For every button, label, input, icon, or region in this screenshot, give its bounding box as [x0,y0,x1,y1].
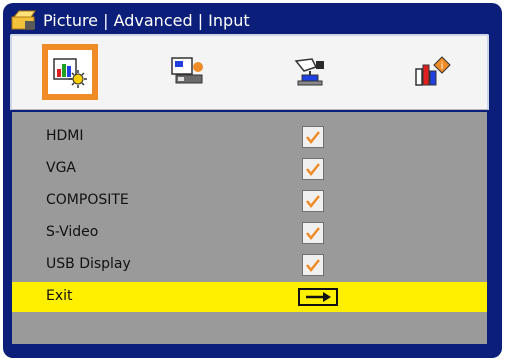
tab-picture[interactable] [42,44,98,100]
display-icon [171,57,203,84]
breadcrumb-title: Picture | Advanced | Input [43,10,250,30]
info-icon: i [415,56,451,86]
tab-info[interactable]: i [404,44,460,100]
composite-checkbox[interactable] [302,190,324,212]
checkmark-icon [306,195,320,209]
usb-display-checkbox[interactable] [302,254,324,276]
checkmark-icon [306,163,320,177]
tab-setup[interactable] [282,44,338,100]
tab-display[interactable] [160,44,216,100]
list-item-hdmi[interactable]: HDMI [12,122,487,152]
setup-hand-icon [294,58,324,86]
item-label: S-Video [46,224,99,240]
vga-checkbox[interactable] [302,158,324,180]
list-item-exit[interactable]: Exit [12,282,487,312]
list-item-composite[interactable]: COMPOSITE [12,186,487,216]
checkmark-icon [306,259,320,273]
exit-label: Exit [46,288,73,304]
exit-button[interactable] [298,288,338,306]
item-label: COMPOSITE [46,192,129,208]
checkmark-icon [306,227,320,241]
input-list: HDMI VGA COMPOSITE S-Video USB Display E… [12,112,487,344]
list-item-s-video[interactable]: S-Video [12,218,487,248]
tab-bar: i [10,34,489,110]
item-label: VGA [46,160,77,176]
checkmark-icon [306,131,320,145]
title-bar: Picture | Advanced | Input [11,5,250,35]
list-item-vga[interactable]: VGA [12,154,487,184]
hdmi-checkbox[interactable] [302,126,324,148]
picture-settings-icon [53,58,87,88]
item-label: USB Display [46,256,131,272]
list-item-usb-display[interactable]: USB Display [12,250,487,280]
menu-folder-icon [11,10,36,30]
svg-text:i: i [441,61,444,72]
s-video-checkbox[interactable] [302,222,324,244]
item-label: HDMI [46,128,84,144]
right-arrow-icon [306,292,331,302]
